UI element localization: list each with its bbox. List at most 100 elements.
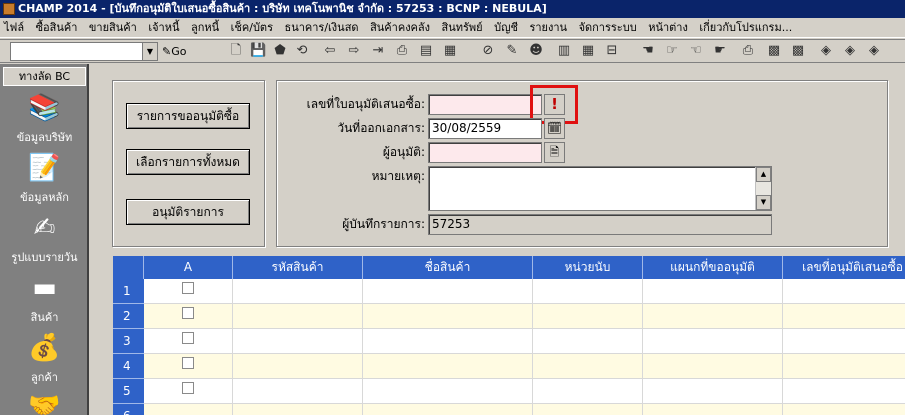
grid-cell[interactable] xyxy=(783,354,905,379)
hand-icon[interactable]: ☞ xyxy=(664,43,680,59)
grid-cell[interactable] xyxy=(363,279,533,304)
tag-icon[interactable]: ◈ xyxy=(818,43,834,59)
tag-icon[interactable]: ◈ xyxy=(866,43,882,59)
grid-cell[interactable] xyxy=(643,404,783,415)
arrow-right-icon[interactable]: ⇨ xyxy=(346,43,362,59)
grid-cell[interactable] xyxy=(363,379,533,404)
sidebar-item-daily[interactable]: ✍ รูปแบบรายวัน xyxy=(0,212,87,266)
sidebar-item-customers[interactable]: 💰 ลูกค้า xyxy=(0,332,87,386)
grid-cell[interactable] xyxy=(783,329,905,354)
menu-cheque-card[interactable]: เช็ค/บัตร xyxy=(227,18,277,37)
grid-cell[interactable] xyxy=(783,379,905,404)
edit-icon[interactable]: ✎ xyxy=(504,43,520,59)
calendar-icon[interactable]: 🗓 xyxy=(544,118,565,139)
grid-cell[interactable] xyxy=(643,304,783,329)
select-cell[interactable] xyxy=(144,379,233,404)
hand-icon[interactable]: ☜ xyxy=(688,43,704,59)
approver-field[interactable] xyxy=(428,142,542,163)
col-product-name[interactable]: ชื่อสินค้า xyxy=(363,256,533,279)
sidebar-item-products[interactable]: ▬ สินค้า xyxy=(0,272,87,326)
grid-cell[interactable] xyxy=(643,354,783,379)
grid-cell[interactable] xyxy=(233,354,363,379)
grid-cell[interactable] xyxy=(643,329,783,354)
table-row[interactable]: 6 xyxy=(113,404,905,415)
sidebar-header[interactable]: ทางลัด BC xyxy=(3,67,86,86)
grid-cell[interactable] xyxy=(533,404,643,415)
grid-cell[interactable] xyxy=(363,329,533,354)
menu-bank-cash[interactable]: ธนาคาร/เงินสด xyxy=(280,18,362,37)
preview-icon[interactable]: ▤ xyxy=(418,43,434,59)
grid-cell[interactable] xyxy=(783,304,905,329)
table-row[interactable]: 5 xyxy=(113,379,905,404)
table-row[interactable]: 2 xyxy=(113,304,905,329)
menu-file[interactable]: ไฟล์ xyxy=(0,18,28,37)
grid-cell[interactable] xyxy=(783,404,905,415)
select-cell[interactable] xyxy=(144,279,233,304)
grid-cell[interactable] xyxy=(233,279,363,304)
approval-list-button[interactable]: รายการขออนุมัติซื้อ xyxy=(126,103,250,129)
tag-icon[interactable]: ◈ xyxy=(842,43,858,59)
menu-reports[interactable]: รายงาน xyxy=(525,18,571,37)
grid-cell[interactable] xyxy=(783,279,905,304)
go-button[interactable]: ✎Go xyxy=(162,43,186,61)
scroll-down-icon[interactable]: ▼ xyxy=(756,195,771,210)
new-icon[interactable]: 🗋 xyxy=(228,43,244,59)
table-row[interactable]: 1 xyxy=(113,279,905,304)
select-cell[interactable] xyxy=(144,304,233,329)
chevron-down-icon[interactable]: ▼ xyxy=(142,43,157,60)
row-checkbox[interactable] xyxy=(182,307,194,319)
grid-cell[interactable] xyxy=(533,354,643,379)
select-cell[interactable] xyxy=(144,329,233,354)
approve-items-button[interactable]: อนุมัติรายการ xyxy=(126,199,250,225)
user-icon[interactable]: ☻ xyxy=(528,43,544,59)
table-row[interactable]: 3 xyxy=(113,329,905,354)
lookup-document-icon[interactable]: 🗎 xyxy=(544,142,565,163)
select-cell[interactable] xyxy=(144,404,233,415)
menu-purchase[interactable]: ซื้อสินค้า xyxy=(32,18,82,37)
grid-cell[interactable] xyxy=(363,304,533,329)
toolbar-combo[interactable]: ▼ xyxy=(10,42,158,61)
menu-window[interactable]: หน้าต่าง xyxy=(644,18,692,37)
grid-cell[interactable] xyxy=(643,279,783,304)
remark-textarea[interactable]: ▲ ▼ xyxy=(428,166,772,211)
menu-accounts[interactable]: บัญชี xyxy=(490,18,522,37)
grid-cell[interactable] xyxy=(233,329,363,354)
table-row[interactable]: 4 xyxy=(113,354,905,379)
undo-icon[interactable]: ⟲ xyxy=(294,43,310,59)
pr-number-field[interactable] xyxy=(428,94,542,115)
select-cell[interactable] xyxy=(144,354,233,379)
col-approval-number[interactable]: เลขที่อนุมัติเสนอซื้อ xyxy=(783,256,905,279)
grid-cell[interactable] xyxy=(363,354,533,379)
col-select[interactable]: A xyxy=(144,256,233,279)
menu-payables[interactable]: เจ้าหนี้ xyxy=(144,18,183,37)
row-checkbox[interactable] xyxy=(182,282,194,294)
col-department[interactable]: แผนกที่ขออนุมัติ xyxy=(643,256,783,279)
exit-icon[interactable]: ⇥ xyxy=(370,43,386,59)
grid-cell[interactable] xyxy=(533,279,643,304)
grid-cell[interactable] xyxy=(233,379,363,404)
col-product-code[interactable]: รหัสสินค้า xyxy=(233,256,363,279)
remark-scrollbar[interactable]: ▲ ▼ xyxy=(755,167,771,210)
grid-cell[interactable] xyxy=(233,404,363,415)
calendar-icon[interactable]: ▩ xyxy=(766,43,782,59)
grid-cell[interactable] xyxy=(533,304,643,329)
sidebar-item-more[interactable]: 🤝 xyxy=(0,390,87,415)
col-unit[interactable]: หน่วยนับ xyxy=(533,256,643,279)
menu-inventory[interactable]: สินค้าคงคลัง xyxy=(366,18,434,37)
document-icon[interactable]: ▦ xyxy=(442,43,458,59)
sidebar-item-company[interactable]: 📚 ข้อมูลบริษัท xyxy=(0,92,87,146)
select-all-button[interactable]: เลือกรายการทั้งหมด xyxy=(126,149,250,175)
print-icon[interactable]: ⎙ xyxy=(740,43,756,59)
hand-icon[interactable]: ☚ xyxy=(640,43,656,59)
attach-icon[interactable]: ⊘ xyxy=(480,43,496,59)
print-icon[interactable]: ⎙ xyxy=(394,43,410,59)
doc-date-field[interactable]: 30/08/2559 xyxy=(428,118,542,139)
menu-system[interactable]: จัดการระบบ xyxy=(575,18,641,37)
sidebar-item-master-data[interactable]: 📝 ข้อมูลหลัก xyxy=(0,152,87,206)
grid-cell[interactable] xyxy=(533,329,643,354)
menu-sales[interactable]: ขายสินค้า xyxy=(85,18,141,37)
scroll-up-icon[interactable]: ▲ xyxy=(756,167,771,182)
arrow-left-icon[interactable]: ⇦ xyxy=(322,43,338,59)
grid-cell[interactable] xyxy=(233,304,363,329)
menu-assets[interactable]: สินทรัพย์ xyxy=(438,18,487,37)
